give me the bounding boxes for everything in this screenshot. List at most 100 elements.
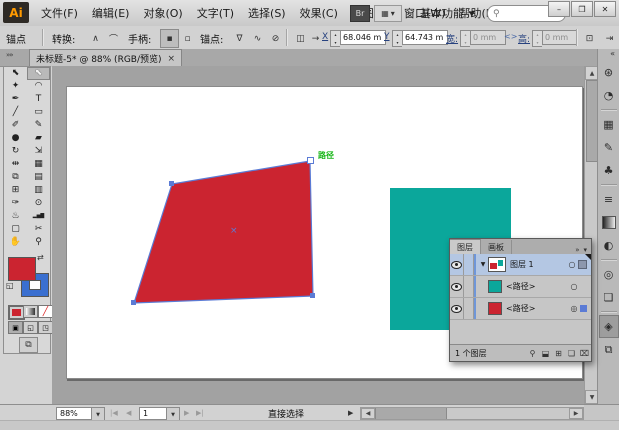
y-label[interactable]: Y: [384, 32, 390, 42]
eraser-tool[interactable]: ▰: [27, 132, 50, 145]
delete-layer-icon[interactable]: ⌧: [578, 349, 591, 358]
gradient-tool[interactable]: ▥: [27, 184, 50, 197]
bridge-icon[interactable]: Br: [350, 5, 370, 22]
x-stepper[interactable]: ▴ ▾: [330, 30, 340, 47]
brushes-panel-button[interactable]: ✎: [599, 136, 619, 159]
tools-panel-collapse-icon[interactable]: »»: [6, 51, 13, 59]
panel-menu-icon[interactable]: ▾: [583, 246, 587, 254]
pencil-tool[interactable]: ✎: [27, 119, 50, 132]
y-input[interactable]: 64.743 m: [402, 30, 448, 45]
hide-handles-button[interactable]: ▫: [178, 29, 197, 48]
default-fill-stroke-icon[interactable]: ◱: [6, 281, 14, 290]
constrain-link-icon[interactable]: <>: [504, 32, 517, 41]
symbol-sprayer-tool[interactable]: ♨: [4, 210, 27, 223]
spin-down-icon[interactable]: ▾: [393, 39, 402, 47]
eyedropper-tool[interactable]: ✑: [4, 197, 27, 210]
paintbrush-tool[interactable]: ✐: [4, 119, 27, 132]
layer-row-layer1[interactable]: ▼ 图层 1 ○: [450, 254, 591, 276]
change-screen-mode-button[interactable]: ⧉: [19, 337, 38, 353]
pen-tool[interactable]: ✒: [4, 93, 27, 106]
convert-to-corner-button[interactable]: ∧: [86, 29, 105, 48]
perspective-grid-tool[interactable]: ▤: [27, 171, 50, 184]
show-handles-button[interactable]: ▪: [160, 29, 179, 48]
target-circle-icon[interactable]: ○: [566, 260, 578, 269]
visibility-toggle[interactable]: [450, 298, 464, 319]
menu-file[interactable]: 文件(F): [34, 0, 85, 26]
x-input[interactable]: 68.046 m: [340, 30, 386, 45]
lock-toggle[interactable]: [464, 298, 474, 319]
gradient-mode-button[interactable]: [23, 305, 38, 318]
slice-tool[interactable]: ✂: [27, 223, 50, 236]
next-artboard-button[interactable]: ▶: [184, 409, 189, 417]
layers-panel-button[interactable]: ◈: [599, 315, 619, 338]
scroll-track[interactable]: [447, 408, 569, 419]
y-stepper[interactable]: ▴ ▾: [392, 30, 402, 47]
cut-path-button[interactable]: ⊘: [266, 29, 285, 48]
anchor-point-bottom-right[interactable]: [310, 293, 315, 298]
restore-button[interactable]: ❐: [571, 1, 593, 17]
menu-object[interactable]: 对象(O): [136, 0, 189, 26]
new-layer-icon[interactable]: ❏: [565, 349, 578, 358]
document-tab[interactable]: 未标题-5* @ 88% (RGB/预览) ×: [29, 49, 182, 67]
new-sublayer-icon[interactable]: ⊞: [552, 349, 565, 358]
gradient-panel-button[interactable]: [599, 211, 619, 234]
graphic-styles-panel-button[interactable]: ❏: [599, 286, 619, 309]
anchor-point-top-right-selected[interactable]: [307, 157, 314, 164]
scroll-right-button[interactable]: ▶: [569, 408, 583, 419]
shape-builder-tool[interactable]: ⧉: [4, 171, 27, 184]
artboard-tool[interactable]: ▢: [4, 223, 27, 236]
color-guide-panel-button[interactable]: ◔: [599, 84, 619, 107]
draw-behind-button[interactable]: ◱: [23, 321, 38, 334]
workspace-switcher[interactable]: 基本功能 ▾: [420, 0, 475, 26]
tab-artboards[interactable]: 画板: [481, 240, 512, 254]
menu-edit[interactable]: 编辑(E): [85, 0, 137, 26]
close-button[interactable]: ✕: [594, 1, 616, 17]
type-tool[interactable]: T: [27, 93, 50, 106]
spin-up-icon[interactable]: ▴: [393, 31, 402, 39]
hand-tool[interactable]: ✋: [4, 236, 27, 249]
minimize-button[interactable]: –: [548, 1, 570, 17]
visibility-toggle[interactable]: [450, 254, 464, 275]
arrange-documents-button[interactable]: ▦ ▾: [374, 5, 402, 22]
swatches-panel-button[interactable]: ▦: [599, 113, 619, 136]
tab-close-icon[interactable]: ×: [168, 54, 176, 64]
menu-type[interactable]: 文字(T): [190, 0, 241, 26]
symbols-panel-button[interactable]: ♣: [599, 159, 619, 182]
selection-indicator[interactable]: [580, 305, 587, 312]
target-circle-icon[interactable]: ○: [568, 282, 580, 291]
fill-color-swatch[interactable]: [8, 257, 36, 281]
stroke-panel-button[interactable]: ≡: [599, 188, 619, 211]
lasso-tool[interactable]: ◠: [27, 80, 50, 93]
appearance-panel-button[interactable]: ◎: [599, 263, 619, 286]
artboards-panel-button[interactable]: ⧉: [599, 338, 619, 361]
align-panel-button[interactable]: ⇥: [600, 29, 619, 48]
layer-thumbnail[interactable]: [488, 257, 506, 272]
dock-expand-icon[interactable]: «: [610, 49, 619, 61]
direct-selection-tool[interactable]: ⬉: [27, 67, 50, 80]
target-circle-selected-icon[interactable]: ◎: [568, 304, 580, 313]
zoom-tool[interactable]: ⚲: [27, 236, 50, 249]
status-flyout-icon[interactable]: ▶: [348, 409, 353, 417]
red-path-shape[interactable]: [134, 161, 313, 303]
panel-collapse-icon[interactable]: »: [575, 246, 579, 254]
lock-toggle[interactable]: [464, 254, 474, 275]
connect-anchors-button[interactable]: ∿: [248, 29, 267, 48]
none-mode-button[interactable]: ╱: [38, 305, 53, 318]
mesh-tool[interactable]: ⊞: [4, 184, 27, 197]
selection-indicator[interactable]: [578, 260, 587, 269]
selection-tool[interactable]: ⬉: [4, 67, 27, 80]
make-clipping-mask-icon[interactable]: ⬓: [539, 349, 552, 358]
magic-wand-tool[interactable]: ✦: [4, 80, 27, 93]
locate-object-icon[interactable]: ⚲: [526, 349, 539, 358]
draw-normal-button[interactable]: ▣: [8, 321, 23, 334]
layer-name[interactable]: 图层 1: [510, 259, 566, 270]
disclosure-triangle-icon[interactable]: ▼: [478, 261, 488, 268]
column-graph-tool[interactable]: ▂▅▇: [27, 210, 50, 223]
blend-tool[interactable]: ⊙: [27, 197, 50, 210]
draw-inside-button[interactable]: ◳: [38, 321, 53, 334]
zoom-level-field[interactable]: 88%: [56, 407, 95, 420]
menu-select[interactable]: 选择(S): [241, 0, 293, 26]
path-name[interactable]: <路径>: [506, 303, 568, 314]
first-artboard-button[interactable]: |◀: [110, 409, 118, 417]
spin-down-icon[interactable]: ▾: [331, 39, 340, 47]
